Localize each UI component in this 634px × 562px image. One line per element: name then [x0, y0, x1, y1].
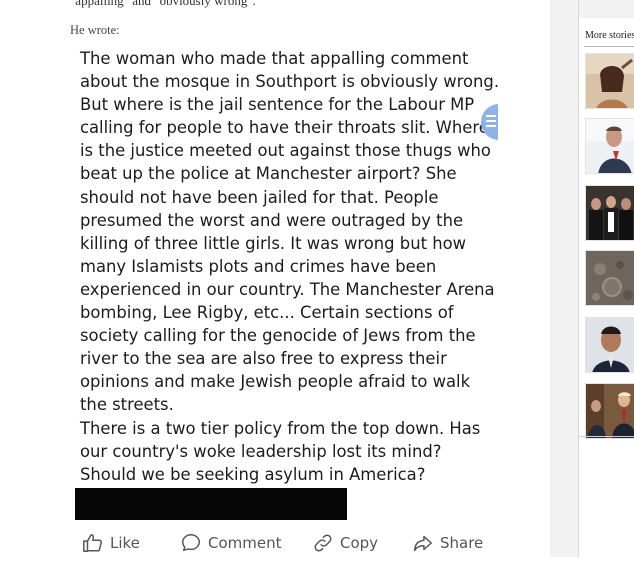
redaction-bar — [75, 488, 347, 520]
story-thumbnail[interactable] — [585, 185, 634, 241]
social-post-screenshot: The woman who made that appalling commen… — [68, 42, 498, 562]
post-paragraph: The woman who made that appalling commen… — [80, 49, 498, 415]
article-lead-in: He wrote: — [70, 23, 120, 37]
share-button[interactable]: Share — [412, 530, 483, 556]
more-stories-sidebar: More stories — [578, 0, 634, 557]
comment-icon — [182, 534, 200, 552]
copy-button[interactable]: Copy — [312, 530, 378, 556]
like-label: Like — [110, 534, 140, 552]
more-stories-heading: More stories — [585, 30, 634, 41]
share-icon — [414, 535, 432, 552]
story-thumbnail[interactable] — [585, 317, 634, 373]
story-thumbnail[interactable] — [585, 383, 634, 439]
share-label: Share — [440, 534, 484, 552]
page-gutter — [550, 0, 578, 557]
post-actions: Like Comment Copy Share — [82, 530, 502, 556]
thumbs-up-icon — [83, 534, 102, 552]
chat-bubble-icon[interactable] — [481, 102, 498, 142]
chat-bubble-lines — [486, 115, 496, 127]
like-button[interactable]: Like — [82, 530, 140, 556]
sidebar-bottom-rule — [579, 436, 634, 437]
story-thumbnail[interactable] — [585, 250, 634, 306]
story-thumbnail[interactable] — [585, 53, 634, 109]
post-paragraph: There is a two tier policy from the top … — [80, 418, 481, 484]
link-icon — [314, 534, 332, 552]
sidebar-divider — [584, 46, 634, 47]
post-body: The woman who made that appalling commen… — [80, 47, 498, 486]
sidebar-top-strip — [579, 0, 634, 18]
copy-label: Copy — [340, 534, 379, 552]
article-top-quote: "appalling" and "obviously wrong". — [70, 0, 256, 8]
story-thumbnail[interactable] — [585, 118, 634, 174]
comment-label: Comment — [208, 534, 282, 552]
comment-button[interactable]: Comment — [180, 530, 282, 556]
